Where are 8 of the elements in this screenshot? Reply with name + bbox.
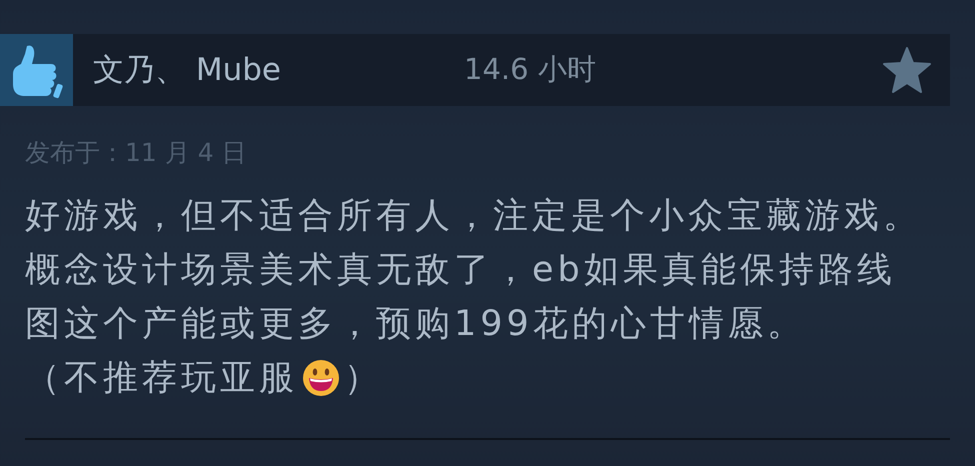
grinning-emoji-icon [302, 359, 340, 397]
star-icon [882, 46, 932, 94]
award-button[interactable] [882, 46, 932, 94]
review-text: 好游戏，但不适合所有人，注定是个小众宝藏游戏。概念设计场景美术真无敌了，eb如果真能保持路线图这个产能或更多，预购199花的心甘情愿。 [25, 195, 923, 346]
play-hours: 14.6 小时 [464, 51, 597, 88]
review-text: ） [344, 357, 383, 400]
author-name[interactable]: 文乃、 Mube [93, 49, 464, 91]
review-text: （不推荐玩亚服 [25, 357, 298, 400]
